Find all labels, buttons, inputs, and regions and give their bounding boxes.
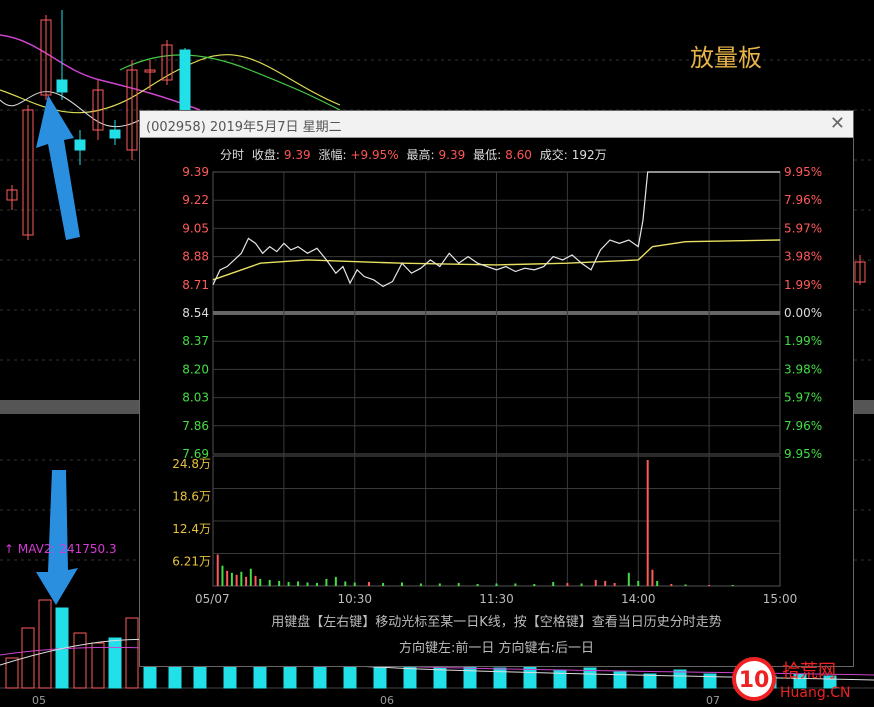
price-tick-label: 9.39 bbox=[182, 165, 209, 179]
volume-bar bbox=[223, 665, 237, 689]
svg-text:10: 10 bbox=[739, 668, 770, 693]
volume-bar bbox=[463, 663, 477, 689]
kline-candle bbox=[179, 49, 191, 111]
time-tick-label: 05/07 bbox=[195, 592, 230, 606]
volume-bar bbox=[108, 637, 122, 689]
price-tick-label: 7.86 bbox=[182, 419, 209, 433]
chart-title: 放量板 bbox=[690, 44, 762, 72]
svg-text:Huang.CN: Huang.CN bbox=[780, 685, 850, 701]
price-tick-label: 8.71 bbox=[182, 278, 209, 292]
intraday-dialog[interactable]: (002958) 2019年5月7日 星期二 ✕ 分时 收盘: 9.39 涨幅: +… bbox=[139, 110, 854, 667]
ma-value: 2: 241750.3 bbox=[43, 542, 117, 556]
volume-tick-label: 24.8万 bbox=[172, 457, 211, 471]
pct-tick-label: 3.98% bbox=[784, 250, 822, 264]
ma-line bbox=[0, 91, 141, 128]
time-tick-label: 10:30 bbox=[337, 592, 372, 606]
kline-candle bbox=[74, 139, 86, 151]
pct-tick-label: 1.99% bbox=[784, 334, 822, 348]
pct-tick-label: 9.95% bbox=[784, 165, 822, 179]
price-tick-label: 8.03 bbox=[182, 391, 209, 405]
price-tick-label: 8.20 bbox=[182, 362, 209, 376]
x-label-07: 07 bbox=[706, 694, 720, 707]
volume-tick-label: 6.21万 bbox=[172, 555, 211, 569]
time-tick-label: 14:00 bbox=[621, 592, 656, 606]
kline-candle bbox=[56, 79, 68, 93]
volume-bars bbox=[216, 460, 734, 586]
price-tick-label: 8.54 bbox=[182, 306, 209, 320]
annotation-arrow-icon bbox=[36, 95, 80, 240]
ma-line bbox=[119, 54, 341, 111]
volume-tick-label: 18.6万 bbox=[172, 490, 211, 504]
pct-tick-label: 1.99% bbox=[784, 278, 822, 292]
footer-hint-1: 用键盘【左右键】移动光标至某一日K线，按【空格键】查看当日历史分时走势 bbox=[271, 615, 722, 630]
volume-bar bbox=[283, 663, 297, 689]
ma-indicator: ↑ MAV2: 241750.3 bbox=[4, 542, 117, 556]
kline-candle bbox=[109, 129, 121, 139]
volume-bar bbox=[403, 665, 417, 689]
ma-label: ↑ MAV bbox=[4, 542, 44, 556]
volume-bar bbox=[91, 642, 105, 689]
price-tick-label: 9.22 bbox=[182, 193, 209, 207]
pct-tick-label: 0.00% bbox=[784, 306, 822, 320]
dialog-title: (002958) 2019年5月7日 星期二 bbox=[146, 120, 342, 135]
pct-tick-label: 5.97% bbox=[784, 221, 822, 235]
volume-bar bbox=[125, 617, 139, 689]
volume-tick-label: 12.4万 bbox=[172, 522, 211, 536]
volume-bar bbox=[643, 673, 657, 689]
volume-bar bbox=[673, 669, 687, 689]
x-label-05: 05 bbox=[32, 694, 46, 707]
svg-text:拾荒网: 拾荒网 bbox=[782, 661, 836, 682]
intraday-chart[interactable]: 9.39 9.95% 9.22 7.96% 9.05 5.97% 8.88 3.98% 8.71… bbox=[140, 138, 853, 608]
price-tick-label: 8.88 bbox=[182, 250, 209, 264]
volume-bar bbox=[73, 632, 87, 689]
dialog-titlebar[interactable]: (002958) 2019年5月7日 星期二 ✕ bbox=[140, 111, 853, 138]
close-icon[interactable]: ✕ bbox=[830, 113, 845, 134]
x-label-06: 06 bbox=[380, 694, 394, 707]
pct-tick-label: 7.96% bbox=[784, 193, 822, 207]
price-tick-label: 8.37 bbox=[182, 334, 209, 348]
time-tick-label: 11:30 bbox=[479, 592, 514, 606]
watermark-logo: 10 拾荒网 Huang.CN bbox=[732, 657, 850, 701]
pct-tick-label: 3.98% bbox=[784, 362, 822, 376]
ma-line bbox=[0, 34, 201, 111]
price-tick-label: 9.05 bbox=[182, 221, 209, 235]
footer-hint-2: 方向键左:前一日 方向键右:后一日 bbox=[399, 641, 594, 656]
volume-bar bbox=[38, 599, 52, 689]
annotation-arrow-icon bbox=[36, 470, 78, 605]
pct-tick-label: 5.97% bbox=[784, 391, 822, 405]
time-tick-label: 15:00 bbox=[763, 592, 798, 606]
volume-bar bbox=[433, 667, 447, 689]
pct-tick-label: 9.95% bbox=[784, 447, 822, 461]
volume-bar bbox=[313, 665, 327, 689]
pct-tick-label: 7.96% bbox=[784, 419, 822, 433]
